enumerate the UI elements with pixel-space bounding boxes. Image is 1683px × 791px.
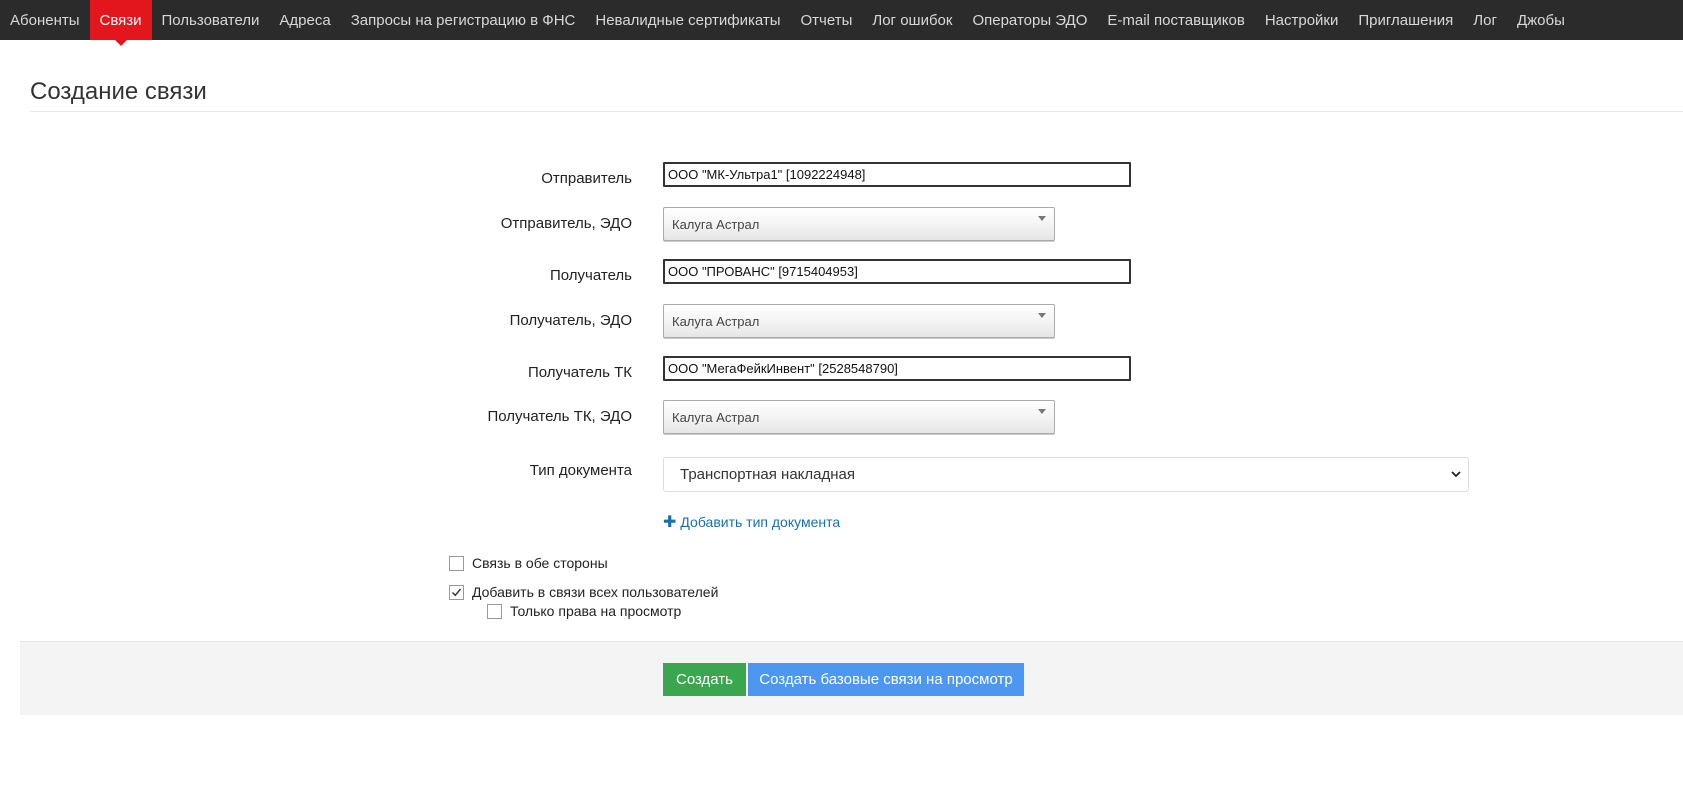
- dropdown-arrow-icon: [1038, 313, 1046, 318]
- sender-edo-select[interactable]: Калуга Астрал: [663, 207, 1055, 241]
- page-title: Создание связи: [30, 78, 207, 105]
- bidirectional-checkbox[interactable]: [449, 555, 464, 571]
- nav-item[interactable]: Невалидные сертификаты: [585, 0, 790, 40]
- title-divider: [30, 111, 1683, 112]
- recipient-tk-value: ООО "МегаФейкИнвент" [2528548790]: [668, 361, 898, 376]
- nav-item[interactable]: Приглашения: [1348, 0, 1463, 40]
- nav-item[interactable]: Абоненты: [0, 0, 90, 40]
- view-only-label: Только права на просмотр: [510, 603, 682, 619]
- recipient-edo-select[interactable]: Калуга Астрал: [663, 304, 1055, 338]
- sender-edo-value: Калуга Астрал: [672, 216, 760, 232]
- add-all-users-label: Добавить в связи всех пользователей: [472, 584, 719, 600]
- sender-edo-label: Отправитель, ЭДО: [500, 215, 632, 232]
- create-button[interactable]: Создать: [663, 663, 746, 696]
- recipient-tk-edo-label: Получатель ТК, ЭДО: [487, 408, 633, 425]
- sender-value: ООО "МК-Ультра1" [1092224948]: [668, 167, 866, 182]
- sender-label: Отправитель: [541, 170, 632, 187]
- add-all-users-row: Добавить в связи всех пользователей: [449, 584, 718, 600]
- bidirectional-label: Связь в обе стороны: [472, 555, 608, 571]
- plus-icon: ✚: [663, 514, 677, 531]
- dropdown-arrow-icon: [1038, 409, 1046, 414]
- recipient-label: Получатель: [550, 267, 632, 284]
- nav-item[interactable]: E-mail поставщиков: [1097, 0, 1254, 40]
- doc-type-value: Транспортная накладная: [680, 466, 856, 483]
- add-doc-type-link[interactable]: ✚ Добавить тип документа: [663, 512, 840, 532]
- top-navigation: Абоненты Связи Пользователи Адреса Запросы н…: [0, 0, 1683, 46]
- doc-type-label: Тип документа: [529, 462, 632, 479]
- dropdown-arrow-icon: [1038, 216, 1046, 221]
- nav-item[interactable]: Адреса: [269, 0, 340, 40]
- nav-item[interactable]: Пользователи: [152, 0, 270, 40]
- recipient-value: ООО "ПРОВАНС" [9715404953]: [668, 264, 858, 279]
- recipient-edo-label: Получатель, ЭДО: [509, 312, 632, 329]
- checkmark-icon: [452, 588, 462, 596]
- doc-type-select[interactable]: Транспортная накладная: [663, 457, 1469, 492]
- chevron-down-icon: [1450, 468, 1462, 483]
- bidirectional-row: Связь в обе стороны: [449, 555, 608, 571]
- add-all-users-checkbox[interactable]: [449, 584, 464, 600]
- nav-item[interactable]: Связи: [89, 0, 152, 46]
- recipient-tk-edo-value: Калуга Астрал: [672, 409, 760, 425]
- nav-item[interactable]: Запросы на регистрацию в ФНС: [341, 0, 586, 40]
- nav-item[interactable]: Операторы ЭДО: [962, 0, 1097, 40]
- recipient-input[interactable]: ООО "ПРОВАНС" [9715404953]: [663, 259, 1131, 284]
- sender-input[interactable]: ООО "МК-Ультра1" [1092224948]: [663, 162, 1131, 187]
- recipient-tk-edo-select[interactable]: Калуга Астрал: [663, 400, 1055, 434]
- recipient-tk-input[interactable]: ООО "МегаФейкИнвент" [2528548790]: [663, 356, 1131, 381]
- view-only-row: Только права на просмотр: [487, 603, 681, 619]
- add-doc-type-label: Добавить тип документа: [680, 514, 841, 530]
- recipient-tk-label: Получатель ТК: [527, 364, 632, 381]
- nav-item[interactable]: Лог: [1463, 0, 1507, 40]
- recipient-edo-value: Калуга Астрал: [672, 313, 760, 329]
- nav-item[interactable]: Джобы: [1507, 0, 1575, 40]
- nav-item[interactable]: Лог ошибок: [862, 0, 962, 40]
- view-only-checkbox[interactable]: [487, 603, 502, 619]
- create-view-links-button[interactable]: Создать базовые связи на просмотр: [748, 663, 1024, 696]
- nav-item[interactable]: Отчеты: [791, 0, 863, 40]
- nav-item[interactable]: Настройки: [1255, 0, 1349, 40]
